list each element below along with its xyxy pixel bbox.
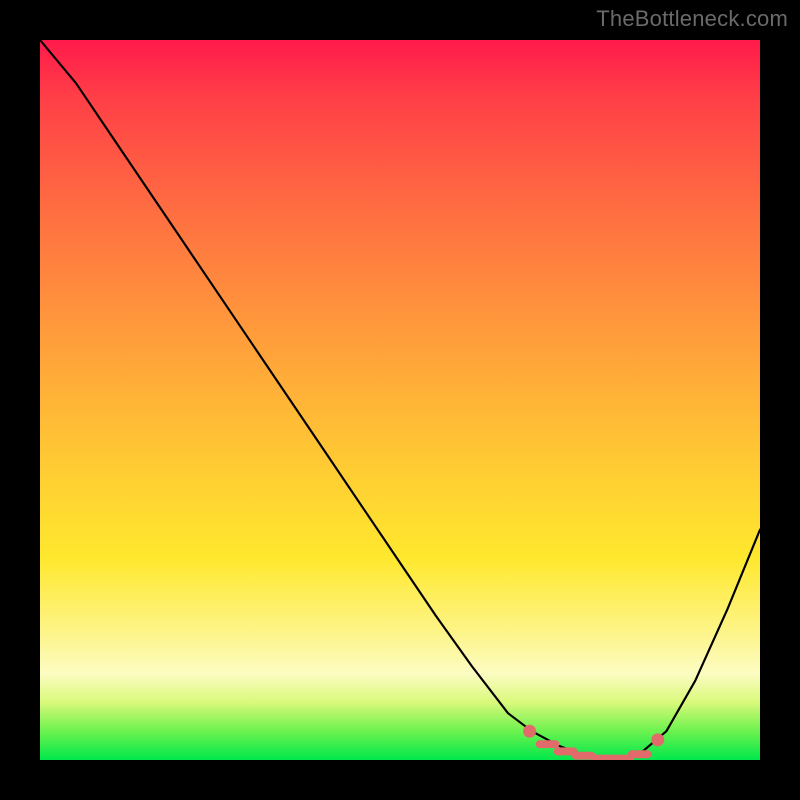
optimal-markers bbox=[523, 725, 664, 759]
optimal-marker-dot bbox=[523, 725, 536, 738]
chart-frame: TheBottleneck.com bbox=[0, 0, 800, 800]
watermark-text: TheBottleneck.com bbox=[596, 6, 788, 32]
plot-area bbox=[40, 40, 760, 760]
chart-svg bbox=[40, 40, 760, 760]
optimal-marker-dot bbox=[651, 733, 664, 746]
bottleneck-curve bbox=[40, 40, 760, 760]
